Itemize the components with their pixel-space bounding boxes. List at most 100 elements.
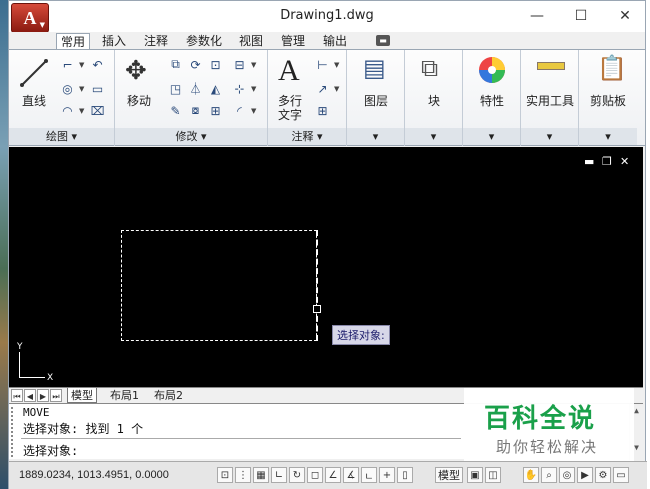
trim-icon[interactable]: ⊡: [207, 56, 224, 73]
modify-panel: ✥ 移动 ⧉ ⟳ ⊡ ⊟ ▼ ◳ ⏃ ◭ ⊹ ▼ ✎ ⧇ ⊞ ◜ ▼ 修改 ▾: [115, 50, 268, 146]
mirror-icon[interactable]: ⏃: [187, 80, 204, 97]
quick-view-drawings-icon[interactable]: ◫: [485, 467, 501, 483]
polar-tracking-icon[interactable]: ↻: [289, 467, 305, 483]
showmotion-icon[interactable]: ▶: [577, 467, 593, 483]
explode-icon[interactable]: ⊹: [231, 80, 248, 97]
chevron-down-icon[interactable]: ▼: [251, 107, 256, 115]
prev-tab-icon[interactable]: ◀: [24, 389, 36, 402]
arc-icon[interactable]: ◠: [59, 102, 76, 119]
command-window-grip[interactable]: [11, 407, 19, 457]
clean-screen-icon[interactable]: ▭: [613, 467, 629, 483]
fillet-icon[interactable]: ✎: [167, 102, 184, 119]
erase-icon[interactable]: ⊟: [231, 56, 248, 73]
array-icon[interactable]: ⧇: [187, 102, 204, 119]
block-button[interactable]: ⧉ 块: [413, 54, 455, 108]
layers-icon: ▤: [363, 54, 386, 82]
chevron-down-icon[interactable]: ▼: [334, 85, 339, 93]
undo-icon[interactable]: ↶: [89, 56, 106, 73]
tab-parametric[interactable]: 参数化: [182, 33, 226, 49]
close-button[interactable]: ✕: [603, 1, 647, 31]
lineweight-icon[interactable]: ▯: [397, 467, 413, 483]
chevron-down-icon[interactable]: ▼: [79, 61, 84, 69]
maximize-button[interactable]: ☐: [559, 1, 603, 31]
ribbon-tab-row: 常用 插入 注释 参数化 视图 管理 输出 ▬: [9, 32, 645, 49]
drawing-canvas[interactable]: ▬ ❐ ✕ 选择对象: Y X: [9, 147, 643, 387]
rotate-icon[interactable]: ⟳: [187, 56, 204, 73]
move-button[interactable]: ✥ 移动: [119, 54, 159, 110]
tab-annotate[interactable]: 注释: [140, 33, 172, 49]
pan-icon[interactable]: ✋: [523, 467, 539, 483]
chamfer-icon[interactable]: ◜: [231, 102, 248, 119]
workspace-switch-icon[interactable]: ⚙: [595, 467, 611, 483]
line-button[interactable]: 直线: [15, 54, 53, 110]
ortho-mode-icon[interactable]: ∟: [271, 467, 287, 483]
table-icon[interactable]: ⊞: [314, 102, 331, 119]
command-input[interactable]: 选择对象:: [23, 442, 78, 459]
properties-panel-expander[interactable]: ▾: [463, 128, 520, 145]
next-tab-icon[interactable]: ▶: [37, 389, 49, 402]
infer-constraints-icon[interactable]: ⊡: [217, 467, 233, 483]
hatch-icon[interactable]: ⌧: [89, 102, 106, 119]
tab-view[interactable]: 视图: [235, 33, 267, 49]
quick-view-layouts-icon[interactable]: ▣: [467, 467, 483, 483]
tab-home[interactable]: 常用: [56, 33, 91, 49]
tab-layout2[interactable]: 布局2: [151, 388, 186, 403]
object-snap-icon[interactable]: ◻: [307, 467, 323, 483]
dynamic-input-icon[interactable]: +: [379, 467, 395, 483]
steeringwheel-icon[interactable]: ◎: [559, 467, 575, 483]
leader-icon[interactable]: ↗: [314, 80, 331, 97]
chevron-down-icon[interactable]: ▼: [79, 85, 84, 93]
otrack-icon[interactable]: ∡: [343, 467, 359, 483]
selected-line[interactable]: [316, 230, 319, 341]
ribbon-minimize-icon[interactable]: ▬: [376, 35, 390, 46]
last-tab-icon[interactable]: ⏭: [50, 389, 62, 402]
viewport-restore-icon[interactable]: ❐: [602, 155, 612, 168]
layers-button[interactable]: ▤ 图层: [355, 54, 397, 108]
circle-icon[interactable]: ◎: [59, 80, 76, 97]
chevron-down-icon[interactable]: ▼: [334, 61, 339, 69]
tab-manage[interactable]: 管理: [277, 33, 309, 49]
stretch-icon[interactable]: ◳: [167, 80, 184, 97]
chevron-down-icon[interactable]: ▼: [251, 85, 256, 93]
ucs-x-label: X: [47, 373, 54, 383]
block-panel-expander[interactable]: ▾: [405, 128, 462, 145]
command-history-line: MOVE: [23, 406, 50, 419]
offset-icon[interactable]: ⊞: [207, 102, 224, 119]
chevron-down-icon[interactable]: ▼: [79, 107, 84, 115]
grip-handle[interactable]: [313, 305, 321, 313]
coordinate-readout[interactable]: 1889.0234, 1013.4951, 0.0000: [19, 469, 169, 481]
dynamic-ucs-icon[interactable]: ㄴ: [361, 467, 377, 483]
viewport-minimize-icon[interactable]: ▬: [584, 155, 594, 168]
3d-osnap-icon[interactable]: ∠: [325, 467, 341, 483]
draw-panel-title[interactable]: 绘图 ▾: [9, 128, 114, 145]
properties-button[interactable]: 特性: [471, 54, 513, 108]
polyline-icon[interactable]: ⌐: [59, 56, 76, 73]
tab-output[interactable]: 输出: [319, 33, 351, 49]
minimize-button[interactable]: —: [515, 1, 559, 31]
snap-mode-icon[interactable]: ⋮: [235, 467, 251, 483]
modify-panel-title[interactable]: 修改 ▾: [115, 128, 267, 145]
utilities-panel-expander[interactable]: ▾: [521, 128, 578, 145]
chevron-down-icon[interactable]: ▼: [251, 61, 256, 69]
tab-layout1[interactable]: 布局1: [107, 388, 142, 403]
rectangle-icon[interactable]: ▭: [89, 80, 106, 97]
annotation-panel-title[interactable]: 注释 ▾: [268, 128, 346, 145]
layers-panel-expander[interactable]: ▾: [347, 128, 404, 145]
tab-insert[interactable]: 插入: [98, 33, 130, 49]
clipboard-button[interactable]: 📋 剪贴板: [583, 54, 633, 108]
utilities-label: 实用工具: [525, 94, 574, 108]
measure-icon: [537, 62, 565, 70]
grid-display-icon[interactable]: ▦: [253, 467, 269, 483]
scale-icon[interactable]: ◭: [207, 80, 224, 97]
viewport-close-icon[interactable]: ✕: [620, 155, 629, 168]
utilities-button[interactable]: 实用工具: [523, 54, 577, 108]
tab-model[interactable]: 模型: [67, 388, 97, 403]
copy-icon[interactable]: ⧉: [167, 56, 184, 73]
dimension-icon[interactable]: ⊢: [314, 56, 331, 73]
first-tab-icon[interactable]: ⏮: [11, 389, 23, 402]
model-space-button[interactable]: 模型: [435, 467, 463, 483]
multiline-text-button[interactable]: A 多行 文字: [270, 54, 310, 124]
clipboard-panel-expander[interactable]: ▾: [579, 128, 637, 145]
zoom-icon[interactable]: ⌕: [541, 467, 557, 483]
selected-rectangle[interactable]: [121, 230, 317, 341]
